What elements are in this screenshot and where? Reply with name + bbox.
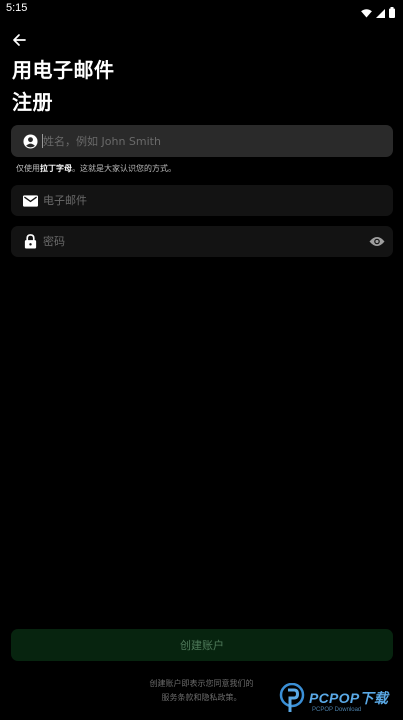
email-input[interactable] (43, 185, 359, 216)
battery-icon (389, 3, 395, 22)
status-time: 5:15 (6, 2, 28, 14)
create-account-button[interactable]: 创建账户 (11, 629, 393, 661)
helper-suffix: 。这就是大家认识您的方式。 (72, 164, 176, 173)
email-field[interactable] (11, 185, 393, 216)
helper-prefix: 仅使用 (16, 164, 40, 173)
watermark-sub: PCPOP Download (312, 707, 362, 713)
name-helper-text: 仅使用拉丁字母。这就是大家认识您的方式。 (16, 163, 176, 174)
wifi-icon (361, 3, 372, 22)
page-title-line2: 注册 (12, 90, 53, 114)
name-input[interactable] (43, 125, 359, 157)
helper-emphasis: 拉丁字母 (40, 164, 72, 173)
eye-icon[interactable] (368, 233, 385, 250)
signal-icon (376, 3, 385, 22)
pcpop-logo-icon (279, 682, 305, 712)
watermark-brand: PCPOP下载 (309, 690, 389, 706)
password-field[interactable] (11, 226, 393, 257)
account-circle-icon (22, 133, 38, 149)
status-bar: 5:15 (0, 0, 403, 18)
status-icons (361, 3, 395, 22)
page-title-line1: 用电子邮件 (12, 58, 115, 82)
lock-icon (22, 234, 38, 250)
envelope-icon (22, 193, 38, 209)
back-button[interactable] (9, 32, 29, 50)
arrow-back-icon (12, 32, 26, 51)
name-field[interactable] (11, 125, 393, 157)
text-caret (42, 134, 43, 148)
password-input[interactable] (43, 226, 359, 257)
watermark-logo: PCPOP下载 PCPOP Download (279, 682, 401, 719)
